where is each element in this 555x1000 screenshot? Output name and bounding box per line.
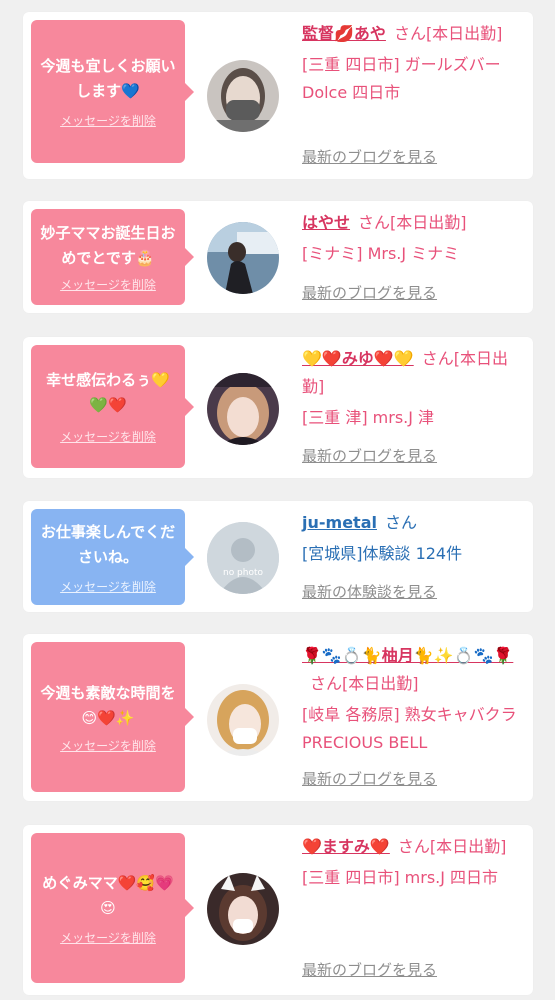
latest-blog-link[interactable]: 最新のブログを見る: [302, 146, 437, 167]
profile-name-link[interactable]: ❤️ますみ❤️: [302, 837, 390, 856]
message-text: 今週も素敵な時間を😊❤️✨: [40, 683, 176, 727]
message-bubble: めぐみママ❤️🥰💗😍 メッセージを削除: [31, 833, 194, 983]
avatar[interactable]: [207, 684, 279, 756]
message-bubble: 妙子ママお誕生日おめでとです🎂 メッセージを削除: [31, 209, 194, 305]
message-bubble: 今週も素敵な時間を😊❤️✨ メッセージを削除: [31, 642, 194, 792]
profile-name-link[interactable]: ju-metal: [302, 513, 377, 532]
message-card: 妙子ママお誕生日おめでとです🎂 メッセージを削除 はやせ さん[本日出勤] [ミナ…: [23, 201, 533, 313]
message-bubble: お仕事楽しんでくださいね。 メッセージを削除: [31, 509, 194, 605]
shop-info: [ミナミ] Mrs.J ミナミ: [302, 244, 460, 263]
message-card: 幸せ感伝わるぅ💛💚❤️ メッセージを削除 💛❤️みゆ❤️💛 さん[本日出勤] [三…: [23, 337, 533, 478]
no-photo-avatar[interactable]: no photo: [207, 522, 279, 594]
delete-message-link[interactable]: メッセージを削除: [60, 276, 156, 293]
delete-message-link[interactable]: メッセージを削除: [60, 112, 156, 129]
profile-info: ju-metal さん [宮城県]体験談 124件: [302, 509, 524, 568]
message-text: めぐみママ❤️🥰💗😍: [42, 873, 174, 917]
message-bubble: 幸せ感伝わるぅ💛💚❤️ メッセージを削除: [31, 345, 194, 468]
honorific: さん[本日出勤]: [310, 674, 419, 693]
shop-info: [三重 四日市] mrs.J 四日市: [302, 868, 499, 887]
latest-blog-link[interactable]: 最新のブログを見る: [302, 282, 437, 303]
delete-message-link[interactable]: メッセージを削除: [60, 578, 156, 595]
message-card: 今週も宜しくお願いします💙 メッセージを削除 監督💋あや さん[本日出勤] [三重…: [23, 12, 533, 179]
latest-review-link[interactable]: 最新の体験談を見る: [302, 581, 437, 602]
profile-name-link[interactable]: 🌹🐾💍🐈柚月🐈✨💍🐾🌹: [302, 646, 513, 665]
shop-info: [三重 四日市] ガールズバー Dolce 四日市: [302, 55, 501, 102]
profile-info: 🌹🐾💍🐈柚月🐈✨💍🐾🌹 さん[本日出勤] [岐阜 各務原] 熟女キャバクラ PRE…: [302, 642, 524, 757]
avatar[interactable]: [207, 873, 279, 945]
latest-blog-link[interactable]: 最新のブログを見る: [302, 768, 437, 789]
message-text: 今週も宜しくお願いします💙: [40, 57, 176, 100]
message-card: 今週も素敵な時間を😊❤️✨ メッセージを削除 🌹🐾💍🐈柚月🐈✨💍🐾🌹 さん[本日出…: [23, 634, 533, 801]
profile-info: はやせ さん[本日出勤] [ミナミ] Mrs.J ミナミ: [302, 209, 524, 268]
honorific: さん[本日出勤]: [358, 213, 467, 232]
profile-name-link[interactable]: 監督💋あや: [302, 24, 386, 43]
message-text: 幸せ感伝わるぅ💛💚❤️: [46, 371, 170, 414]
avatar[interactable]: [207, 373, 279, 445]
delete-message-link[interactable]: メッセージを削除: [60, 737, 156, 754]
honorific: さん[本日出勤]: [397, 837, 507, 856]
honorific: さん: [384, 513, 417, 532]
message-text: お仕事楽しんでくださいね。: [40, 522, 176, 566]
message-card: お仕事楽しんでくださいね。 メッセージを削除 no photo ju-metal…: [23, 501, 533, 612]
delete-message-link[interactable]: メッセージを削除: [60, 428, 156, 445]
latest-blog-link[interactable]: 最新のブログを見る: [302, 445, 437, 466]
profile-info: ❤️ますみ❤️ さん[本日出勤] [三重 四日市] mrs.J 四日市: [302, 833, 524, 892]
profile-name-link[interactable]: はやせ: [302, 213, 350, 232]
no-photo-label: no photo: [222, 568, 264, 578]
review-count-info: [宮城県]体験談 124件: [302, 544, 463, 563]
honorific: さん[本日出勤]: [393, 24, 503, 43]
latest-blog-link[interactable]: 最新のブログを見る: [302, 959, 437, 980]
message-card: めぐみママ❤️🥰💗😍 メッセージを削除 ❤️ますみ❤️ さん[本日出勤] [三重 …: [23, 825, 533, 995]
shop-info: [岐阜 各務原] 熟女キャバクラ PRECIOUS BELL: [302, 705, 517, 752]
profile-info: 監督💋あや さん[本日出勤] [三重 四日市] ガールズバー Dolce 四日市: [302, 20, 524, 107]
profile-info: 💛❤️みゆ❤️💛 さん[本日出勤] [三重 津] mrs.J 津: [302, 345, 524, 432]
avatar[interactable]: [207, 60, 279, 132]
avatar[interactable]: [207, 222, 279, 294]
profile-name-link[interactable]: 💛❤️みゆ❤️💛: [302, 349, 414, 368]
delete-message-link[interactable]: メッセージを削除: [60, 929, 156, 946]
message-bubble: 今週も宜しくお願いします💙 メッセージを削除: [31, 20, 194, 163]
shop-info: [三重 津] mrs.J 津: [302, 408, 435, 427]
message-text: 妙子ママお誕生日おめでとです🎂: [40, 224, 176, 267]
